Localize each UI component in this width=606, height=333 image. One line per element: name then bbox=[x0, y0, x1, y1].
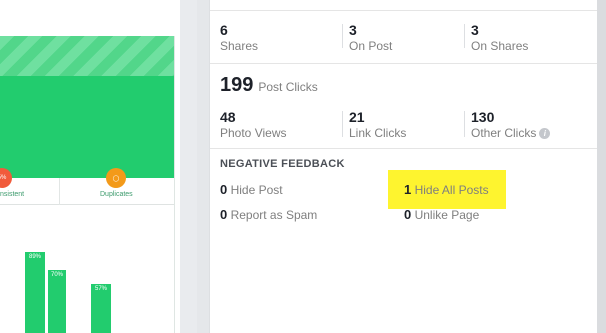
report-spam-label: Report as Spam bbox=[230, 208, 318, 222]
stat-separator bbox=[342, 111, 343, 137]
post-clicks-value: 199 bbox=[220, 74, 254, 96]
chart-bar: 57% bbox=[91, 284, 111, 333]
other-clicks-stat: 130 Other Clicks i bbox=[471, 109, 551, 141]
chart-bar-label: 89% bbox=[28, 254, 41, 260]
section-divider bbox=[210, 63, 598, 64]
unlike-page-stat: 0 Unlike Page bbox=[404, 207, 479, 223]
duplicates-label: Duplicates bbox=[100, 191, 133, 198]
dashboard-border bbox=[174, 36, 175, 333]
right-edge-strip bbox=[597, 0, 606, 333]
shares-label: Shares bbox=[220, 39, 259, 53]
dashboard-top-area bbox=[0, 0, 180, 36]
link-clicks-stat: 21 Link Clicks bbox=[349, 109, 406, 141]
stats-divider bbox=[59, 178, 60, 205]
photo-views-value: 48 bbox=[220, 109, 236, 125]
photo-views-stat: 48 Photo Views bbox=[220, 109, 287, 141]
on-shares-value: 3 bbox=[471, 22, 479, 38]
duplicates-badge-icon: ◯ bbox=[106, 168, 126, 188]
dashboard-green-band bbox=[0, 76, 174, 178]
unlike-page-value: 0 bbox=[404, 207, 412, 222]
link-clicks-label: Link Clicks bbox=[349, 126, 407, 140]
chart-bar-label: 70% bbox=[50, 272, 63, 278]
hide-all-posts-label: Hide All Posts bbox=[414, 183, 489, 197]
hide-post-value: 0 bbox=[220, 182, 228, 197]
post-insights-panel: 6 Shares 3 On Post 3 On Shares 199 Post … bbox=[209, 0, 598, 333]
chart-bar-label: 57% bbox=[94, 286, 107, 292]
hide-post-stat: 0 Hide Post bbox=[220, 182, 283, 198]
stat-separator bbox=[464, 111, 465, 137]
hide-all-posts-value: 1 bbox=[404, 182, 412, 197]
chart-bar: 70% bbox=[48, 270, 66, 333]
on-shares-stat: 3 On Shares bbox=[471, 22, 528, 54]
top-divider bbox=[210, 10, 598, 11]
on-shares-label: On Shares bbox=[471, 39, 529, 53]
on-post-label: On Post bbox=[349, 39, 393, 53]
section-divider bbox=[210, 148, 598, 149]
post-clicks-label: Post Clicks bbox=[258, 80, 318, 94]
hide-all-posts-stat: 1 Hide All Posts bbox=[404, 182, 489, 198]
hide-post-label: Hide Post bbox=[230, 183, 283, 197]
dashboard-stats-row: 5% ◯ nsistent Duplicates bbox=[0, 168, 174, 205]
background-dashboard: 5% ◯ nsistent Duplicates 89% 70% 57% bbox=[0, 0, 180, 333]
report-spam-stat: 0 Report as Spam bbox=[220, 207, 317, 223]
stat-separator bbox=[464, 24, 465, 48]
dashboard-striped-header bbox=[0, 36, 174, 76]
post-clicks-stat: 199 Post Clicks bbox=[220, 74, 318, 97]
link-clicks-value: 21 bbox=[349, 109, 365, 125]
on-post-stat: 3 On Post bbox=[349, 22, 392, 54]
other-clicks-label: Other Clicks i bbox=[471, 125, 551, 141]
shares-stat: 6 Shares bbox=[220, 22, 258, 54]
on-post-value: 3 bbox=[349, 22, 357, 38]
info-icon[interactable]: i bbox=[539, 128, 551, 139]
chart-bar: 89% bbox=[25, 252, 45, 333]
report-spam-value: 0 bbox=[220, 207, 228, 222]
unlike-page-label: Unlike Page bbox=[414, 208, 480, 222]
inconsistent-label: nsistent bbox=[0, 191, 25, 198]
shares-value: 6 bbox=[220, 22, 228, 38]
photo-views-label: Photo Views bbox=[220, 126, 287, 140]
negative-feedback-title: NEGATIVE FEEDBACK bbox=[220, 158, 345, 170]
stat-separator bbox=[342, 24, 343, 48]
panel-shadow bbox=[197, 0, 209, 333]
other-clicks-value: 130 bbox=[471, 109, 495, 125]
